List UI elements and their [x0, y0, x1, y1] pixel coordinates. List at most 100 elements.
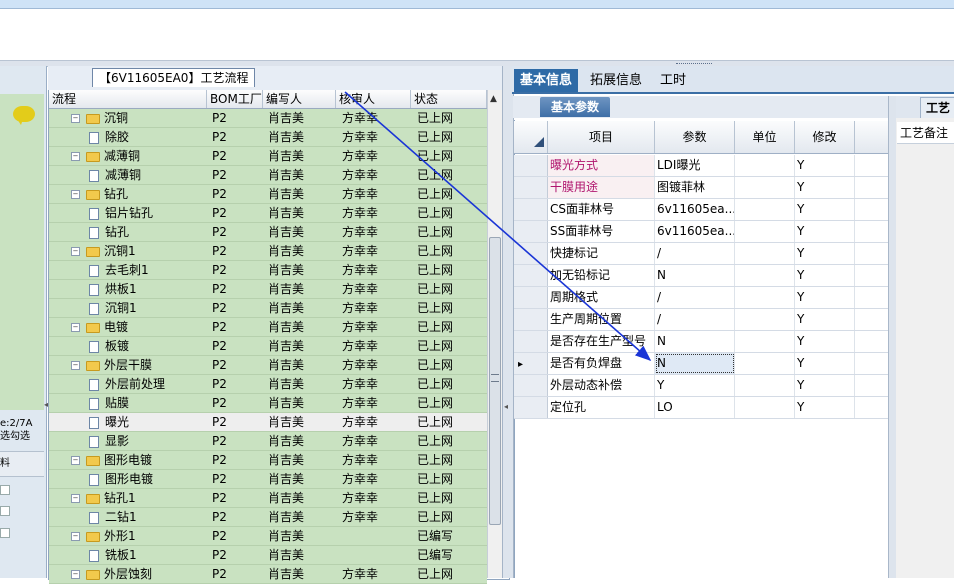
param-value-cell[interactable]: 6v11605ea...	[655, 221, 735, 242]
param-modify-cell[interactable]: Y	[795, 375, 855, 396]
tree-node[interactable]: − 外层干膜	[71, 356, 152, 374]
param-modify-cell[interactable]: Y	[795, 177, 855, 198]
param-value-cell[interactable]: LDI曝光	[655, 155, 735, 176]
param-modify-cell[interactable]: Y	[795, 221, 855, 242]
param-modify-cell[interactable]: Y	[795, 287, 855, 308]
tree-row[interactable]: 铝片钻孔 P2 肖吉美 方幸幸 已上网	[49, 204, 487, 223]
param-unit-cell[interactable]	[735, 353, 795, 374]
param-modify-cell[interactable]: Y	[795, 265, 855, 286]
param-unit-cell[interactable]	[735, 375, 795, 396]
row-indicator[interactable]	[514, 243, 548, 264]
collapse-icon[interactable]: −	[71, 152, 80, 161]
tree-row[interactable]: 板镀 P2 肖吉美 方幸幸 已上网	[49, 337, 487, 356]
tree-scroll-thumb[interactable]	[489, 237, 501, 525]
tree-node[interactable]: 二钻1	[89, 508, 137, 526]
param-value-cell[interactable]: N	[655, 331, 735, 352]
param-row[interactable]: 周期格式 / Y	[514, 287, 888, 309]
vertical-splitter[interactable]: ◂	[502, 66, 514, 578]
tree-node[interactable]: 烘板1	[89, 280, 137, 298]
tree-row[interactable]: 图形电镀 P2 肖吉美 方幸幸 已上网	[49, 470, 487, 489]
tree-node[interactable]: − 钻孔	[71, 185, 128, 203]
param-modify-cell[interactable]: Y	[795, 331, 855, 352]
tree-row[interactable]: − 外形1 P2 肖吉美 已编写	[49, 527, 487, 546]
tree-node[interactable]: 板镀	[89, 337, 129, 355]
param-row[interactable]: ▸ 是否有负焊盘 N Y	[514, 353, 888, 375]
row-indicator[interactable]	[514, 199, 548, 220]
tree-row[interactable]: 铣板1 P2 肖吉美 已编写	[49, 546, 487, 565]
row-indicator[interactable]	[514, 155, 548, 176]
tree-row[interactable]: − 外层蚀刻 P2 肖吉美 方幸幸 已上网	[49, 565, 487, 584]
param-modify-cell[interactable]: Y	[795, 199, 855, 220]
param-value-cell[interactable]: LO	[655, 397, 735, 418]
tab-basic-params[interactable]: 基本参数	[540, 97, 610, 117]
row-indicator[interactable]	[514, 375, 548, 396]
tree-row[interactable]: − 图形电镀 P2 肖吉美 方幸幸 已上网	[49, 451, 487, 470]
row-indicator[interactable]	[514, 331, 548, 352]
param-row[interactable]: 快捷标记 / Y	[514, 243, 888, 265]
param-row[interactable]: 干膜用途 图镀菲林 Y	[514, 177, 888, 199]
collapse-icon[interactable]: −	[71, 456, 80, 465]
tree-row[interactable]: 去毛刺1 P2 肖吉美 方幸幸 已上网	[49, 261, 487, 280]
grid-col-param[interactable]: 参数	[655, 121, 735, 153]
tree-row[interactable]: 曝光 P2 肖吉美 方幸幸 已上网	[49, 413, 487, 432]
param-unit-cell[interactable]	[735, 221, 795, 242]
tree-node[interactable]: 去毛刺1	[89, 261, 149, 279]
tree-row[interactable]: − 沉铜 P2 肖吉美 方幸幸 已上网	[49, 109, 487, 128]
tree-node[interactable]: − 沉铜1	[71, 242, 136, 260]
tab-extended-info[interactable]: 拓展信息	[584, 69, 648, 92]
tree-row[interactable]: 钻孔 P2 肖吉美 方幸幸 已上网	[49, 223, 487, 242]
tree-row[interactable]: − 外层干膜 P2 肖吉美 方幸幸 已上网	[49, 356, 487, 375]
row-indicator[interactable]	[514, 265, 548, 286]
row-indicator[interactable]	[514, 177, 548, 198]
tree-node[interactable]: 钻孔	[89, 223, 129, 241]
row-indicator[interactable]	[514, 287, 548, 308]
comment-bubble-icon[interactable]	[13, 106, 35, 125]
tree-row[interactable]: 二钻1 P2 肖吉美 方幸幸 已上网	[49, 508, 487, 527]
tree-node[interactable]: 减薄铜	[89, 166, 141, 184]
param-modify-cell[interactable]: Y	[795, 243, 855, 264]
param-row[interactable]: 是否存在生产型号 N Y	[514, 331, 888, 353]
tab-basic-info[interactable]: 基本信息	[514, 69, 579, 92]
tree-node[interactable]: 曝光	[89, 413, 129, 431]
param-value-cell[interactable]: /	[655, 309, 735, 330]
tree-node[interactable]: 铝片钻孔	[89, 204, 153, 222]
grid-col-modify[interactable]: 修改	[795, 121, 855, 153]
process-tree-title[interactable]: 【6V11605EA0】工艺流程	[92, 68, 256, 87]
param-value-cell[interactable]: /	[655, 287, 735, 308]
tree-node[interactable]: − 钻孔1	[71, 489, 136, 507]
param-unit-cell[interactable]	[735, 309, 795, 330]
tree-row[interactable]: − 沉铜1 P2 肖吉美 方幸幸 已上网	[49, 242, 487, 261]
grid-col-unit[interactable]: 单位	[735, 121, 795, 153]
tree-node[interactable]: − 沉铜	[71, 109, 128, 127]
col-header-writer[interactable]: 编写人	[263, 90, 336, 108]
param-unit-cell[interactable]	[735, 177, 795, 198]
param-value-cell[interactable]: 图镀菲林	[655, 177, 735, 198]
param-row[interactable]: CS面菲林号 6v11605ea... Y	[514, 199, 888, 221]
param-row[interactable]: 加无铅标记 N Y	[514, 265, 888, 287]
collapse-icon[interactable]: −	[71, 114, 80, 123]
tree-node[interactable]: 铣板1	[89, 546, 137, 564]
param-modify-cell[interactable]: Y	[795, 309, 855, 330]
param-unit-cell[interactable]	[735, 287, 795, 308]
row-indicator[interactable]: ▸	[514, 353, 548, 374]
param-unit-cell[interactable]	[735, 243, 795, 264]
param-modify-cell[interactable]: Y	[795, 397, 855, 418]
param-unit-cell[interactable]	[735, 155, 795, 176]
tree-row[interactable]: − 减薄铜 P2 肖吉美 方幸幸 已上网	[49, 147, 487, 166]
tree-row[interactable]: − 电镀 P2 肖吉美 方幸幸 已上网	[49, 318, 487, 337]
tree-node[interactable]: − 外层蚀刻	[71, 565, 152, 583]
param-row[interactable]: 定位孔 LO Y	[514, 397, 888, 419]
tree-row[interactable]: 减薄铜 P2 肖吉美 方幸幸 已上网	[49, 166, 487, 185]
tab-process[interactable]: 工艺	[920, 97, 954, 118]
collapse-icon[interactable]: −	[71, 247, 80, 256]
tree-node[interactable]: − 电镀	[71, 318, 128, 336]
param-unit-cell[interactable]	[735, 265, 795, 286]
left-checkbox-1[interactable]	[0, 485, 10, 495]
tree-row[interactable]: 除胶 P2 肖吉美 方幸幸 已上网	[49, 128, 487, 147]
param-value-cell[interactable]: N	[655, 265, 735, 286]
tree-node[interactable]: − 外形1	[71, 527, 136, 545]
param-unit-cell[interactable]	[735, 331, 795, 352]
left-checkbox-2[interactable]	[0, 506, 10, 516]
tree-row[interactable]: 烘板1 P2 肖吉美 方幸幸 已上网	[49, 280, 487, 299]
scroll-up-icon[interactable]: ▲	[490, 94, 497, 104]
